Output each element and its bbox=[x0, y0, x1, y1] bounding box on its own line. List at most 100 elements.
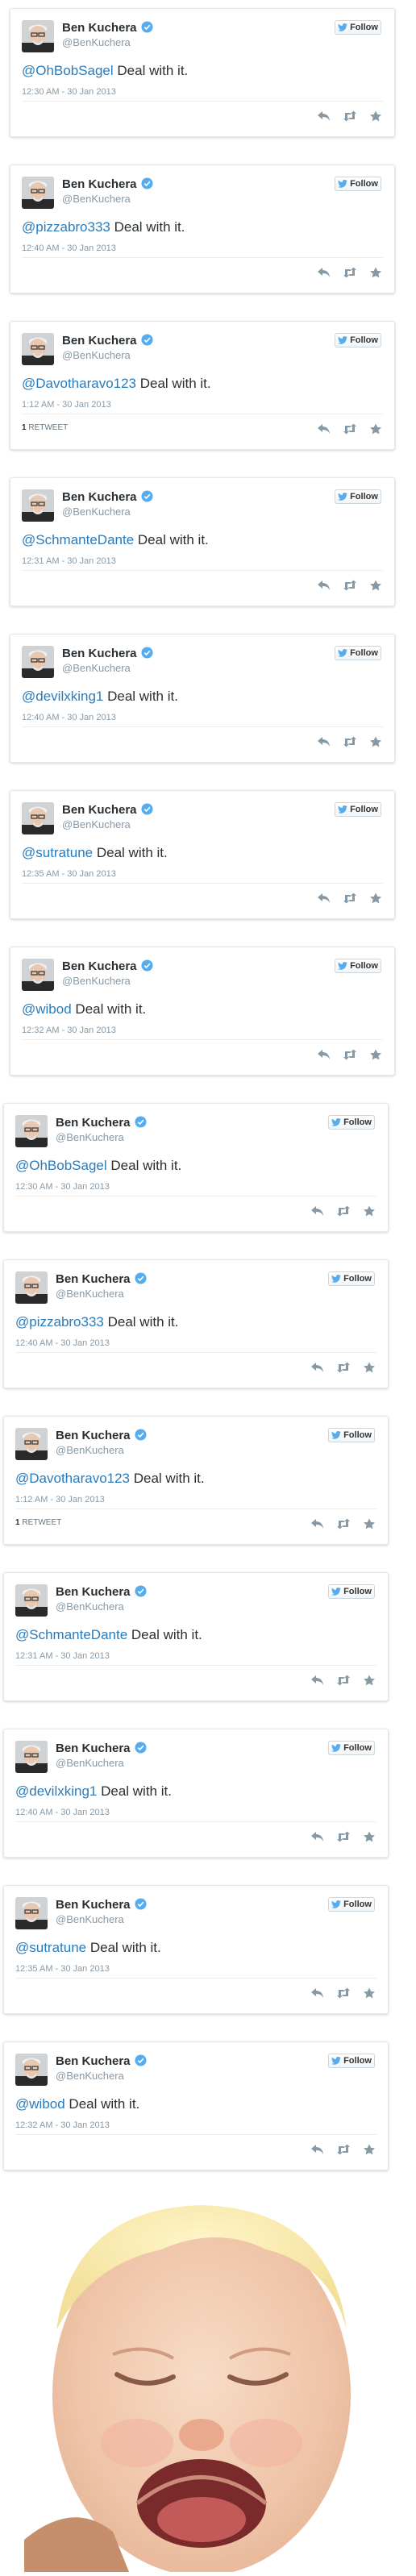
avatar[interactable] bbox=[15, 1115, 48, 1147]
reply-icon[interactable] bbox=[310, 2144, 325, 2155]
reply-icon[interactable] bbox=[310, 1831, 325, 1842]
author-name[interactable]: Ben Kuchera bbox=[56, 1116, 147, 1130]
tweet-timestamp[interactable]: 12:40 AM - 30 Jan 2013 bbox=[22, 243, 116, 253]
author-name[interactable]: Ben Kuchera bbox=[62, 803, 153, 817]
author-handle[interactable]: @BenKuchera bbox=[62, 193, 131, 205]
star-icon[interactable] bbox=[368, 267, 383, 278]
follow-button[interactable]: Follow bbox=[328, 1271, 375, 1286]
author-handle[interactable]: @BenKuchera bbox=[56, 1913, 124, 1925]
retweet-icon[interactable] bbox=[336, 1205, 351, 1217]
reply-icon[interactable] bbox=[317, 580, 331, 591]
avatar[interactable] bbox=[22, 489, 54, 522]
mention-link[interactable]: @OhBobSagel bbox=[15, 1158, 107, 1173]
reply-icon[interactable] bbox=[317, 1049, 331, 1060]
avatar[interactable] bbox=[22, 959, 54, 991]
avatar[interactable] bbox=[22, 646, 54, 678]
author-name[interactable]: Ben Kuchera bbox=[62, 959, 153, 973]
follow-button[interactable]: Follow bbox=[328, 1741, 375, 1755]
mention-link[interactable]: @sutratune bbox=[22, 845, 93, 860]
avatar[interactable] bbox=[15, 1584, 48, 1617]
author-name[interactable]: Ben Kuchera bbox=[56, 1272, 147, 1286]
author-handle[interactable]: @BenKuchera bbox=[62, 36, 131, 48]
retweet-count[interactable]: 1 RETWEET bbox=[22, 423, 68, 432]
avatar[interactable] bbox=[15, 1271, 48, 1304]
reply-icon[interactable] bbox=[310, 1362, 325, 1373]
retweet-icon[interactable] bbox=[343, 110, 357, 122]
author-name[interactable]: Ben Kuchera bbox=[56, 1742, 147, 1755]
follow-button[interactable]: Follow bbox=[328, 1897, 375, 1912]
tweet-timestamp[interactable]: 1:12 AM - 30 Jan 2013 bbox=[15, 1495, 105, 1504]
star-icon[interactable] bbox=[362, 1518, 376, 1529]
author-name[interactable]: Ben Kuchera bbox=[62, 490, 153, 504]
reply-icon[interactable] bbox=[317, 736, 331, 747]
retweet-icon[interactable] bbox=[343, 736, 357, 747]
mention-link[interactable]: @wibod bbox=[22, 1001, 72, 1017]
mention-link[interactable]: @Davotharavo123 bbox=[15, 1471, 130, 1486]
avatar[interactable] bbox=[15, 1741, 48, 1773]
follow-button[interactable]: Follow bbox=[328, 1428, 375, 1442]
reply-icon[interactable] bbox=[310, 1987, 325, 1999]
mention-link[interactable]: @SchmanteDante bbox=[15, 1627, 127, 1642]
mention-link[interactable]: @pizzabro333 bbox=[22, 219, 110, 235]
retweet-icon[interactable] bbox=[343, 580, 357, 591]
tweet-timestamp[interactable]: 12:30 AM - 30 Jan 2013 bbox=[15, 1182, 110, 1192]
author-name[interactable]: Ben Kuchera bbox=[56, 1585, 147, 1599]
star-icon[interactable] bbox=[362, 1987, 376, 1999]
mention-link[interactable]: @pizzabro333 bbox=[15, 1314, 104, 1330]
tweet-timestamp[interactable]: 12:31 AM - 30 Jan 2013 bbox=[15, 1651, 110, 1661]
follow-button[interactable]: Follow bbox=[335, 646, 381, 660]
avatar[interactable] bbox=[15, 1897, 48, 1929]
author-name[interactable]: Ben Kuchera bbox=[62, 21, 153, 35]
mention-link[interactable]: @devilxking1 bbox=[15, 1783, 97, 1799]
follow-button[interactable]: Follow bbox=[335, 489, 381, 504]
avatar[interactable] bbox=[22, 177, 54, 209]
tweet-timestamp[interactable]: 12:40 AM - 30 Jan 2013 bbox=[22, 713, 116, 722]
author-handle[interactable]: @BenKuchera bbox=[62, 662, 131, 674]
reply-icon[interactable] bbox=[317, 423, 331, 435]
retweet-icon[interactable] bbox=[336, 1831, 351, 1842]
star-icon[interactable] bbox=[362, 1205, 376, 1217]
author-handle[interactable]: @BenKuchera bbox=[56, 1288, 124, 1300]
author-name[interactable]: Ben Kuchera bbox=[62, 647, 153, 660]
star-icon[interactable] bbox=[368, 1049, 383, 1060]
tweet-timestamp[interactable]: 12:30 AM - 30 Jan 2013 bbox=[22, 87, 116, 97]
avatar[interactable] bbox=[15, 2054, 48, 2086]
reply-icon[interactable] bbox=[310, 1205, 325, 1217]
star-icon[interactable] bbox=[362, 1675, 376, 1686]
star-icon[interactable] bbox=[368, 423, 383, 435]
retweet-icon[interactable] bbox=[343, 1049, 357, 1060]
author-handle[interactable]: @BenKuchera bbox=[56, 1600, 124, 1613]
reply-icon[interactable] bbox=[317, 110, 331, 122]
author-name[interactable]: Ben Kuchera bbox=[62, 177, 153, 191]
retweet-icon[interactable] bbox=[336, 2144, 351, 2155]
mention-link[interactable]: @SchmanteDante bbox=[22, 532, 134, 547]
follow-button[interactable]: Follow bbox=[335, 20, 381, 35]
star-icon[interactable] bbox=[368, 110, 383, 122]
mention-link[interactable]: @devilxking1 bbox=[22, 689, 103, 704]
author-handle[interactable]: @BenKuchera bbox=[62, 975, 131, 987]
tweet-timestamp[interactable]: 1:12 AM - 30 Jan 2013 bbox=[22, 400, 111, 410]
retweet-icon[interactable] bbox=[343, 893, 357, 904]
tweet-timestamp[interactable]: 12:32 AM - 30 Jan 2013 bbox=[22, 1026, 116, 1035]
author-name[interactable]: Ben Kuchera bbox=[56, 2054, 147, 2068]
avatar[interactable] bbox=[15, 1428, 48, 1460]
follow-button[interactable]: Follow bbox=[328, 2054, 375, 2068]
retweet-count[interactable]: 1 RETWEET bbox=[15, 1518, 61, 1527]
retweet-icon[interactable] bbox=[336, 1362, 351, 1373]
author-name[interactable]: Ben Kuchera bbox=[56, 1429, 147, 1442]
follow-button[interactable]: Follow bbox=[328, 1584, 375, 1599]
retweet-icon[interactable] bbox=[343, 267, 357, 278]
tweet-timestamp[interactable]: 12:40 AM - 30 Jan 2013 bbox=[15, 1338, 110, 1348]
retweet-icon[interactable] bbox=[336, 1675, 351, 1686]
author-handle[interactable]: @BenKuchera bbox=[62, 349, 131, 361]
retweet-icon[interactable] bbox=[336, 1987, 351, 1999]
star-icon[interactable] bbox=[362, 2144, 376, 2155]
avatar[interactable] bbox=[22, 802, 54, 834]
tweet-timestamp[interactable]: 12:40 AM - 30 Jan 2013 bbox=[15, 1808, 110, 1817]
tweet-timestamp[interactable]: 12:32 AM - 30 Jan 2013 bbox=[15, 2120, 110, 2130]
follow-button[interactable]: Follow bbox=[335, 959, 381, 973]
reply-icon[interactable] bbox=[310, 1518, 325, 1529]
mention-link[interactable]: @sutratune bbox=[15, 1940, 86, 1955]
author-handle[interactable]: @BenKuchera bbox=[56, 1131, 124, 1143]
author-handle[interactable]: @BenKuchera bbox=[62, 506, 131, 518]
